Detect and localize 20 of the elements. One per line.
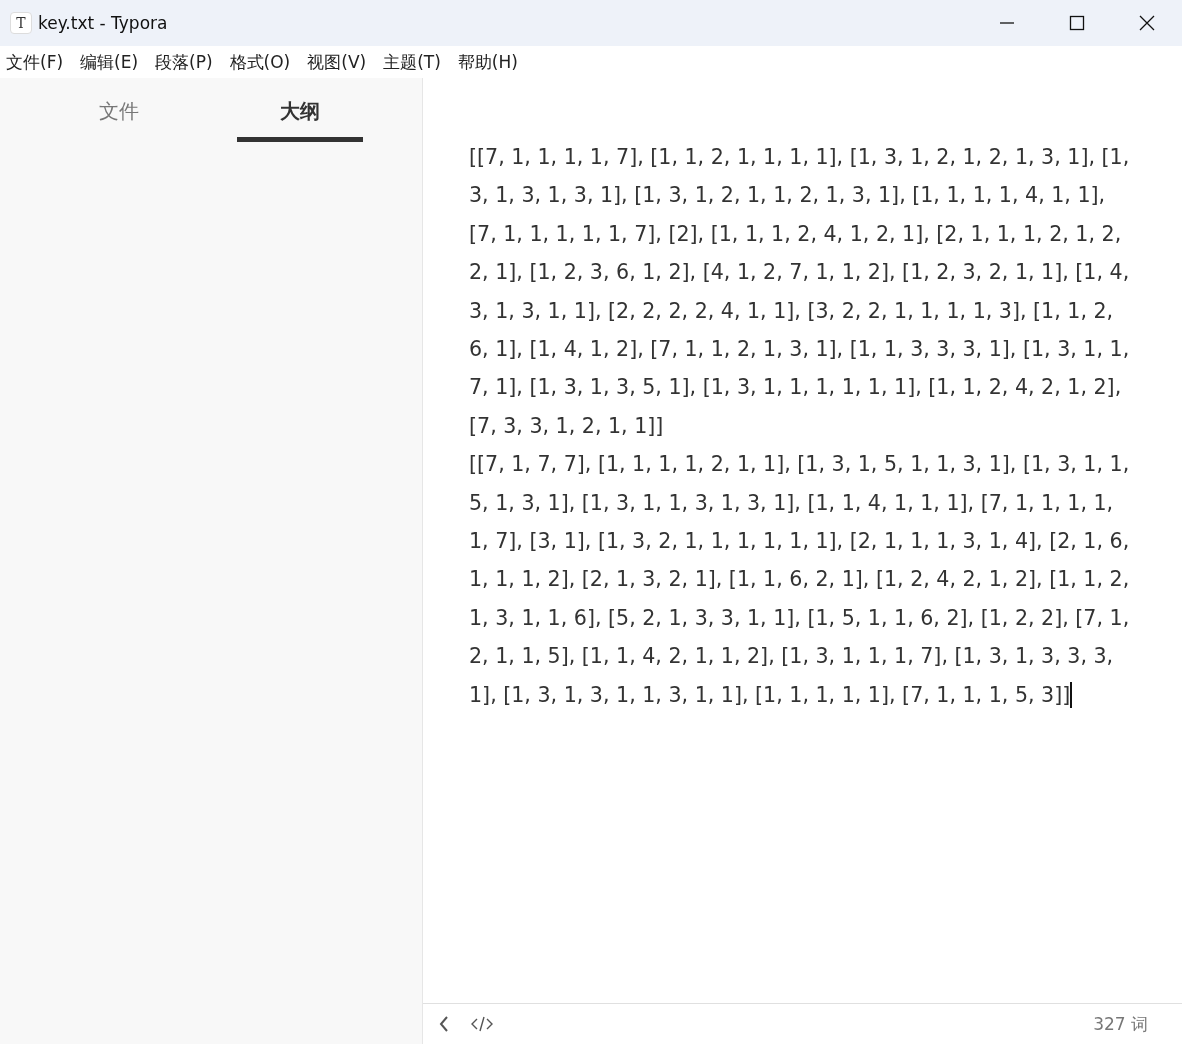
text-paragraph: [[7, 1, 7, 7], [1, 1, 1, 1, 2, 1, 1], [1, 3, 1, 5, 1, 1, 3, 1], [1, 3, 1, 1, 5, 1, 3, 1], [1, 3, 1, 1, 3, 1, 3, 1], [1, 1, 4, 1, 1, 1], [7, 1, 1, 1, 1, 1, 7], [3, 1], [1, 3, 2, 1, 1, 1, 1, 1, 1], [2, 1, 1, 1, 3, 1, 4], [2, 1, 6, 1, 1, 1, 2], [2, 1, 3, 2, 1], [1, 1, 6, 2, 1], [1, 2, 4, 2, 1, 2], [1, 1, 2, 1, 3, 1, 1, 6], [5, 2, 1, 3, 3, 1, 1], [1, 5, 1, 1, 6, 2], [1, 2, 2], [7, 1, 2, 1, 1, 5], [1, 1, 4, 2, 1, 1, 2], [1, 3, 1, 1, 1, 7], [1, 3, 1, 3, 3, 3, 1], [1, 3, 1, 3, 1, 1, 3, 1, 1], [1, 1, 1, 1, 1], [7, 1, 1, 1, 5, 3]] <box>469 451 1131 710</box>
menu-item[interactable]: 主题(T) <box>383 50 441 74</box>
collapse-sidebar-icon[interactable] <box>439 1016 449 1032</box>
minimize-icon <box>999 22 1015 24</box>
word-count: 327 词 <box>1093 1012 1148 1036</box>
close-icon <box>1139 15 1155 31</box>
app-icon: T <box>10 12 32 34</box>
sidebar-tab[interactable]: 文件 <box>56 98 182 142</box>
sidebar-tab[interactable]: 大纲 <box>237 98 363 142</box>
text-cursor <box>1070 681 1073 708</box>
menu-item[interactable]: 格式(O) <box>229 50 291 74</box>
menu-item[interactable]: 视图(V) <box>307 50 367 74</box>
menu-item[interactable]: 段落(P) <box>155 50 213 74</box>
maximize-icon <box>1069 15 1085 31</box>
text-paragraph: [[7, 1, 1, 1, 1, 7], [1, 1, 2, 1, 1, 1, 1], [1, 3, 1, 2, 1, 2, 1, 3, 1], [1, 3, 1, 3, 1, 3, 1], [1, 3, 1, 2, 1, 1, 2, 1, 3, 1], [1, 1, 1, 1, 4, 1, 1], [7, 1, 1, 1, 1, 1, 7], [2], [1, 1, 1, 2, 4, 1, 2, 1], [2, 1, 1, 1, 2, 1, 2, 2, 1], [1, 2, 3, 6, 1, 2], [4, 1, 2, 7, 1, 1, 2], [1, 2, 3, 2, 1, 1], [1, 4, 3, 1, 3, 1, 1], [2, 2, 2, 2, 4, 1, 1], [3, 2, 2, 1, 1, 1, 1, 3], [1, 1, 2, 6, 1], [1, 4, 1, 2], [7, 1, 1, 2, 1, 3, 1], [1, 1, 3, 3, 3, 1], [1, 3, 1, 1, 7, 1], [1, 3, 1, 3, 5, 1], [1, 3, 1, 1, 1, 1, 1, 1], [1, 1, 2, 4, 2, 1, 2], [7, 3, 3, 1, 2, 1, 1]] <box>469 144 1131 440</box>
menu-item[interactable]: 编辑(E) <box>80 50 139 74</box>
source-code-icon[interactable] <box>471 1016 493 1032</box>
window-title: key.txt - Typora <box>38 13 169 33</box>
menu-item[interactable]: 帮助(H) <box>457 50 518 74</box>
menu-item[interactable]: 文件(F) <box>6 50 64 74</box>
